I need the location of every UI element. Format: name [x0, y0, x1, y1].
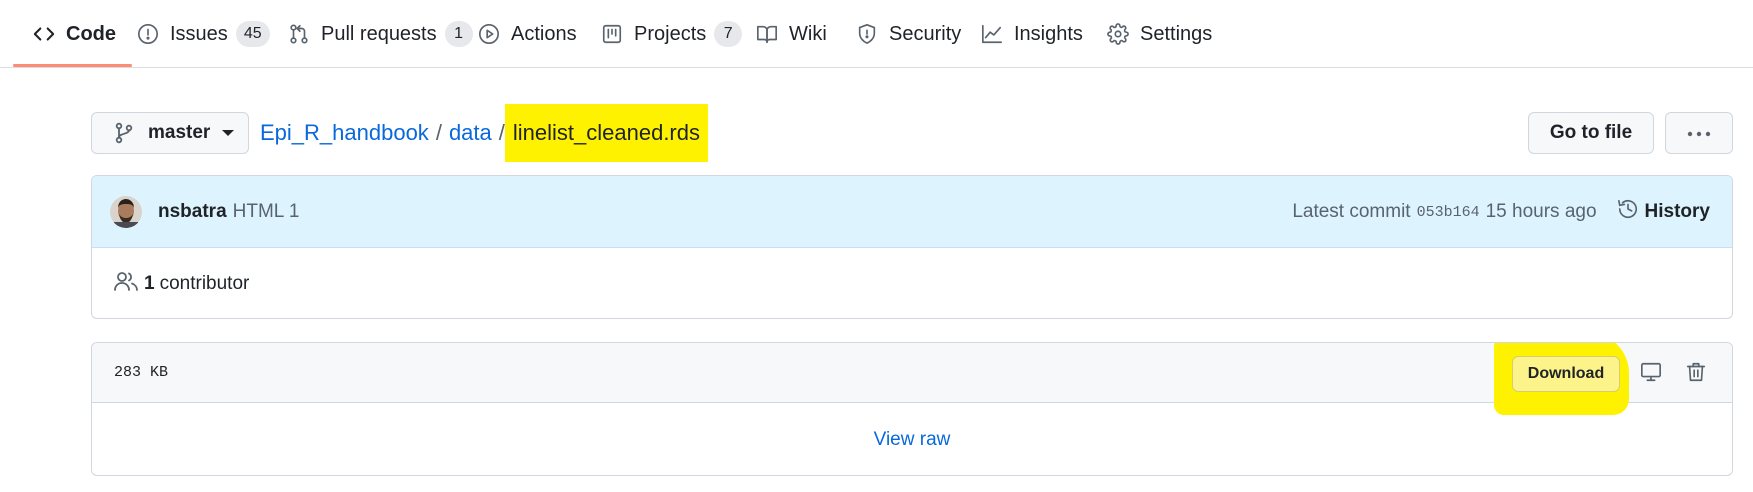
breadcrumb-separator: /	[435, 120, 442, 145]
tab-settings[interactable]: Settings	[1106, 0, 1212, 68]
commit-sha-link[interactable]: 053b164	[1417, 204, 1480, 221]
active-tab-underline	[13, 64, 132, 67]
tab-label: Security	[889, 22, 962, 45]
commit-time: 15 hours ago	[1485, 201, 1597, 222]
tab-projects[interactable]: Projects 7	[600, 0, 743, 68]
book-icon	[755, 22, 779, 46]
repo-tab-bar: Code Issues 45 Pull requests 1 Actions P…	[0, 0, 1753, 68]
history-link[interactable]: History	[1617, 198, 1710, 226]
commit-header: nsbatra HTML 1 Latest commit 053b164 15 …	[92, 176, 1732, 248]
tab-label: Actions	[511, 22, 577, 45]
file-size: 283 KB	[114, 364, 169, 381]
git-branch-icon	[114, 122, 134, 144]
tab-insights[interactable]: Insights	[980, 0, 1083, 68]
view-raw-container: View raw	[92, 403, 1732, 475]
tab-label: Projects	[634, 22, 707, 45]
breadcrumb-folder-link[interactable]: data	[449, 120, 492, 146]
play-icon	[477, 22, 501, 46]
go-to-file-button[interactable]: Go to file	[1528, 112, 1654, 154]
latest-commit-box: nsbatra HTML 1 Latest commit 053b164 15 …	[91, 175, 1733, 319]
breadcrumb-repo-link[interactable]: Epi_R_handbook	[260, 120, 429, 146]
file-header: 283 KB Download	[92, 343, 1732, 415]
people-icon	[114, 270, 144, 298]
breadcrumb: Epi_R_handbook / data / linelist_cleaned…	[260, 104, 708, 162]
more-options-button[interactable]	[1665, 112, 1733, 154]
tab-label: Pull requests	[321, 22, 437, 45]
history-icon	[1617, 198, 1645, 226]
tab-actions[interactable]: Actions	[477, 0, 577, 68]
file-viewer: 283 KB Download View raw	[91, 342, 1733, 476]
tab-code[interactable]: Code	[32, 0, 116, 68]
branch-select-button[interactable]: master	[91, 112, 249, 154]
tab-wiki[interactable]: Wiki	[755, 0, 827, 68]
commit-meta: Latest commit 053b164 15 hours ago Histo…	[1292, 176, 1710, 248]
open-desktop-button[interactable]	[1634, 357, 1668, 391]
contributors-label: contributor	[159, 273, 250, 294]
project-icon	[600, 22, 624, 46]
gear-icon	[1106, 22, 1130, 46]
download-button[interactable]: Download	[1512, 356, 1620, 392]
breadcrumb-current-file: linelist_cleaned.rds	[504, 104, 708, 162]
tab-label: Code	[66, 22, 116, 45]
view-raw-link[interactable]: View raw	[874, 429, 951, 451]
triangle-down-icon	[222, 129, 235, 137]
projects-count-badge: 7	[714, 21, 743, 47]
tab-label: Issues	[170, 22, 228, 45]
branch-label: master	[148, 122, 211, 143]
trash-icon	[1685, 361, 1707, 388]
delete-file-button[interactable]	[1679, 357, 1713, 391]
contributors-count: 1	[144, 273, 155, 294]
commit-author-line: nsbatra HTML 1	[158, 176, 300, 248]
history-label: History	[1644, 201, 1710, 222]
code-icon	[32, 22, 56, 46]
graph-icon	[980, 22, 1004, 46]
avatar[interactable]	[110, 196, 142, 228]
git-pull-request-icon	[287, 22, 311, 46]
issues-count-badge: 45	[235, 21, 270, 47]
commit-author-link[interactable]: nsbatra	[158, 201, 227, 223]
tab-security[interactable]: Security	[855, 0, 961, 68]
latest-commit-label: Latest commit	[1292, 201, 1411, 222]
kebab-horizontal-icon	[1687, 124, 1711, 142]
shield-icon	[855, 22, 879, 46]
issue-opened-icon	[136, 22, 160, 46]
pull-requests-count-badge: 1	[444, 21, 473, 47]
contributors-line[interactable]: 1 contributor	[114, 248, 250, 318]
tab-label: Settings	[1140, 22, 1213, 45]
tab-label: Wiki	[789, 22, 827, 45]
tab-pull-requests[interactable]: Pull requests 1	[287, 0, 473, 68]
commit-message-link[interactable]: HTML 1	[233, 201, 300, 223]
tab-issues[interactable]: Issues 45	[136, 0, 270, 68]
desktop-icon	[1640, 361, 1662, 388]
tab-label: Insights	[1014, 22, 1083, 45]
